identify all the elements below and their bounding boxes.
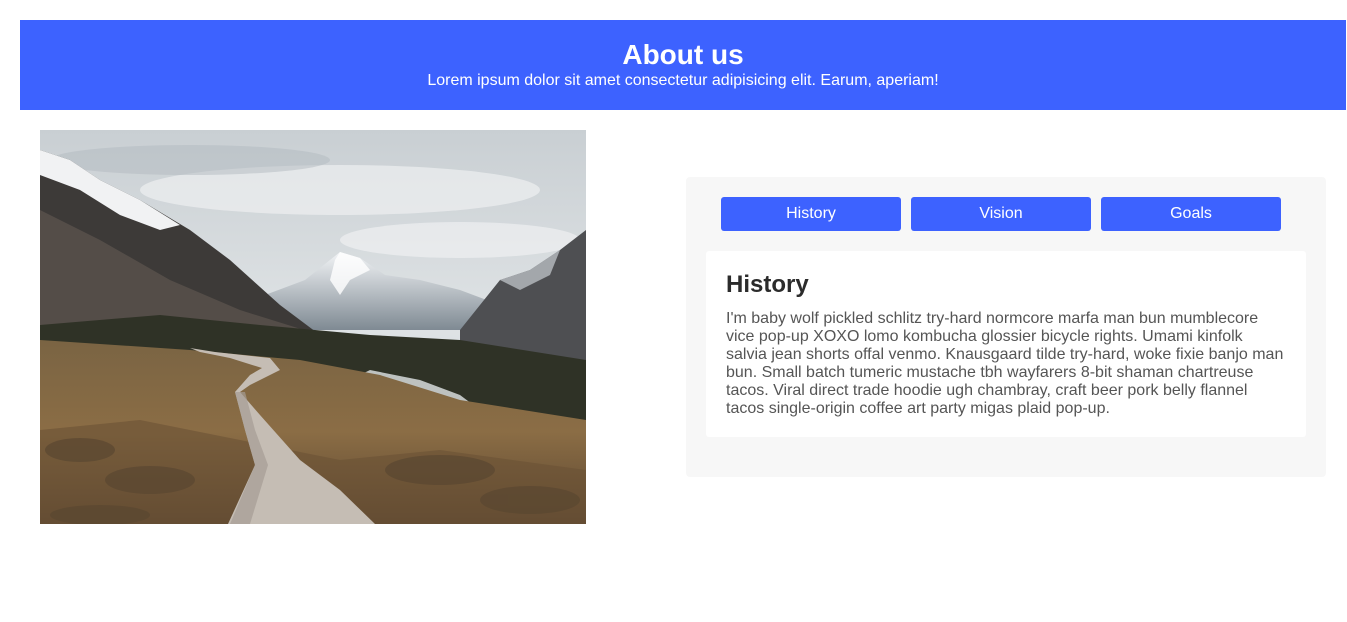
tab-content: History I'm baby wolf pickled schlitz tr… — [706, 251, 1306, 437]
page-header: About us Lorem ipsum dolor sit amet cons… — [20, 20, 1346, 110]
page-title: About us — [622, 39, 744, 70]
photo-illustration — [40, 130, 586, 524]
mountain-valley-photo — [40, 130, 586, 524]
tab-vision[interactable]: Vision — [911, 197, 1091, 231]
tabs-panel: History Vision Goals History I'm baby wo… — [686, 177, 1326, 477]
tab-bar: History Vision Goals — [721, 197, 1281, 231]
content-title: History — [726, 271, 809, 298]
tab-goals[interactable]: Goals — [1101, 197, 1281, 231]
content-body: I'm baby wolf pickled schlitz try-hard n… — [726, 310, 1284, 417]
tab-history[interactable]: History — [721, 197, 901, 231]
page-subtitle: Lorem ipsum dolor sit amet consectetur a… — [427, 72, 939, 89]
